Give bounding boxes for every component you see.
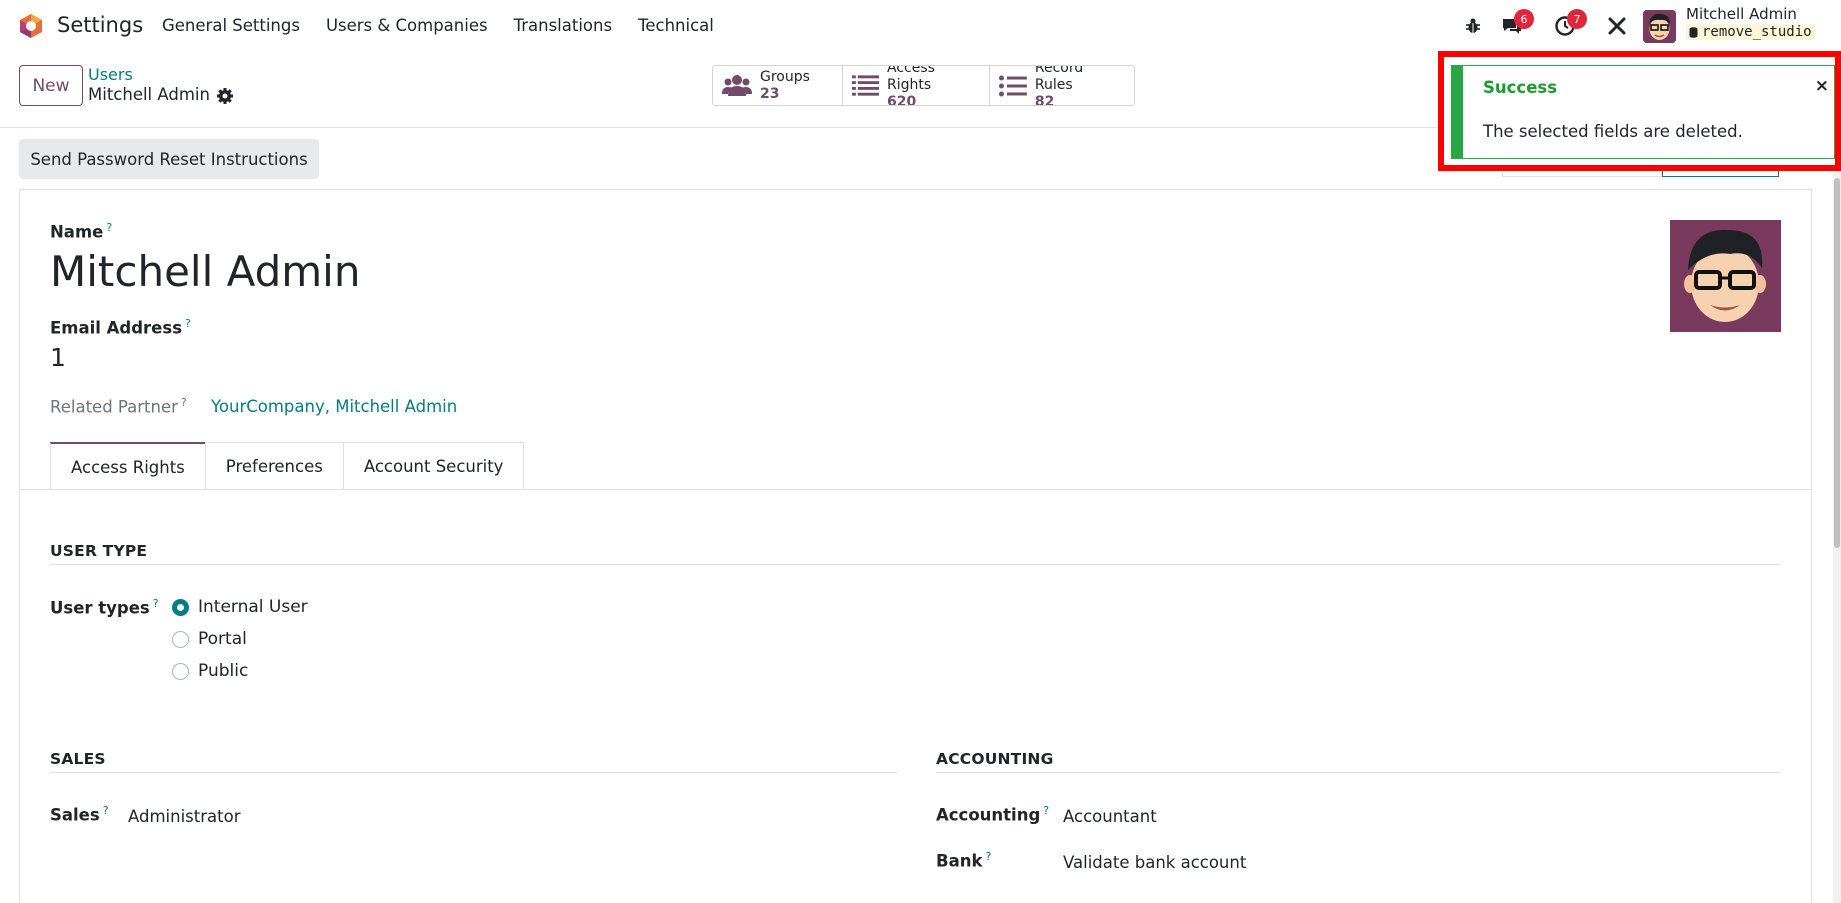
activities-clock-icon[interactable]: 7 (1553, 9, 1587, 38)
name-field[interactable]: Mitchell Admin (50, 247, 360, 296)
form-sheet: Name? Mitchell Admin Email Address? 1 Re… (19, 189, 1812, 903)
success-notification: Success × The selected fields are delete… (1451, 65, 1835, 159)
access-rights-smart-button[interactable]: Access Rights 620 (843, 66, 990, 105)
user-photo[interactable] (1670, 220, 1781, 332)
bank-label: Bank? (936, 850, 991, 871)
messages-icon[interactable]: 6 (1500, 9, 1534, 38)
related-partner-label-text: Related Partner (50, 397, 178, 417)
radio-portal-label: Portal (198, 629, 247, 649)
help-tooltip-icon[interactable]: ? (106, 221, 112, 234)
radio-internal-user-label: Internal User (198, 597, 308, 617)
help-tooltip-icon[interactable]: ? (103, 804, 109, 817)
tab-divider (20, 489, 1811, 490)
user-types-label: User types? (50, 597, 159, 618)
record-rules-label: Record Rules (1034, 65, 1084, 93)
list-ul-icon (999, 75, 1027, 96)
database-name-text: remove_studio (1702, 24, 1812, 40)
menu-translations[interactable]: Translations (514, 16, 613, 35)
tab-access-rights[interactable]: Access Rights (50, 442, 206, 490)
main-menu: General Settings Users & Companies Trans… (162, 16, 714, 35)
help-tooltip-icon[interactable]: ? (153, 597, 159, 610)
user-type-section-title: USER TYPE (50, 542, 148, 560)
breadcrumb-users[interactable]: Users (88, 65, 133, 84)
database-name: remove_studio (1686, 24, 1815, 40)
groups-smart-button[interactable]: Groups 23 (713, 66, 843, 105)
help-tooltip-icon[interactable]: ? (181, 396, 187, 409)
database-icon (1689, 26, 1698, 38)
page-scrollbar[interactable] (1833, 128, 1841, 903)
app-logo-icon[interactable] (18, 13, 44, 39)
accounting-section-title: ACCOUNTING (936, 750, 1054, 768)
top-navbar: Settings General Settings Users & Compan… (0, 0, 1841, 52)
accounting-label: Accounting? (936, 804, 1049, 825)
related-partner-label: Related Partner? (50, 396, 187, 417)
menu-users-companies[interactable]: Users & Companies (326, 16, 488, 35)
tab-preferences[interactable]: Preferences (204, 442, 344, 490)
menu-technical[interactable]: Technical (638, 16, 714, 35)
accounting-label-text: Accounting (936, 805, 1041, 825)
gear-icon[interactable] (216, 87, 234, 105)
help-tooltip-icon[interactable]: ? (1043, 804, 1049, 817)
help-tooltip-icon[interactable]: ? (185, 317, 191, 330)
groups-label: Groups (760, 68, 810, 85)
groups-count: 23 (760, 85, 780, 102)
messages-badge: 6 (1514, 9, 1534, 29)
studio-tools-icon[interactable] (1605, 14, 1629, 38)
new-button[interactable]: New (19, 65, 83, 106)
section-divider (936, 772, 1781, 773)
notification-title: Success (1483, 78, 1558, 97)
user-name[interactable]: Mitchell Admin (1686, 5, 1797, 23)
email-label-text: Email Address (50, 318, 183, 338)
radio-unchecked-icon[interactable] (172, 630, 189, 648)
radio-public[interactable]: Public (172, 661, 248, 681)
smart-buttons: Groups 23 Access Rights 620 Record Rules 82 (712, 65, 1135, 106)
access-rights-count: 620 (886, 94, 917, 106)
radio-checked-icon[interactable] (172, 598, 189, 616)
sales-label: Sales? (50, 804, 109, 825)
tab-account-security[interactable]: Account Security (342, 442, 525, 490)
name-label: Name? (50, 221, 112, 242)
record-rules-count: 82 (1034, 94, 1055, 106)
access-rights-label: Access Rights (886, 65, 935, 93)
notebook-tabs: Access Rights Preferences Account Securi… (50, 442, 525, 490)
user-avatar[interactable] (1643, 10, 1676, 43)
email-field[interactable]: 1 (50, 343, 66, 372)
bank-field[interactable]: Validate bank account (1063, 853, 1246, 872)
section-divider (50, 772, 897, 773)
users-group-icon (722, 74, 752, 96)
menu-general-settings[interactable]: General Settings (162, 16, 300, 35)
accounting-field[interactable]: Accountant (1063, 807, 1157, 826)
bank-label-text: Bank (936, 851, 983, 871)
toast-highlight-box: Success × The selected fields are delete… (1438, 51, 1841, 171)
activities-badge: 7 (1567, 9, 1587, 29)
name-label-text: Name (50, 222, 104, 242)
related-partner-link[interactable]: YourCompany, Mitchell Admin (211, 397, 457, 416)
radio-unchecked-icon[interactable] (172, 662, 189, 680)
send-password-reset-button[interactable]: Send Password Reset Instructions (19, 139, 319, 179)
email-label: Email Address? (50, 317, 191, 338)
sales-label-text: Sales (50, 805, 100, 825)
sales-field[interactable]: Administrator (128, 807, 240, 826)
radio-internal-user[interactable]: Internal User (172, 597, 308, 617)
user-types-label-text: User types (50, 598, 150, 618)
sales-section-title: SALES (50, 750, 106, 768)
notification-message: The selected fields are deleted. (1483, 122, 1743, 141)
app-title[interactable]: Settings (57, 13, 143, 37)
help-tooltip-icon[interactable]: ? (985, 850, 991, 863)
section-divider (50, 564, 1781, 565)
list-icon (852, 74, 879, 96)
close-icon[interactable]: × (1815, 76, 1829, 96)
radio-portal[interactable]: Portal (172, 629, 247, 649)
debug-bug-icon[interactable] (1461, 14, 1485, 38)
radio-public-label: Public (198, 661, 249, 681)
breadcrumb-current: Mitchell Admin (88, 85, 210, 104)
scrollbar-thumb[interactable] (1834, 178, 1840, 548)
record-rules-smart-button[interactable]: Record Rules 82 (990, 66, 1134, 105)
